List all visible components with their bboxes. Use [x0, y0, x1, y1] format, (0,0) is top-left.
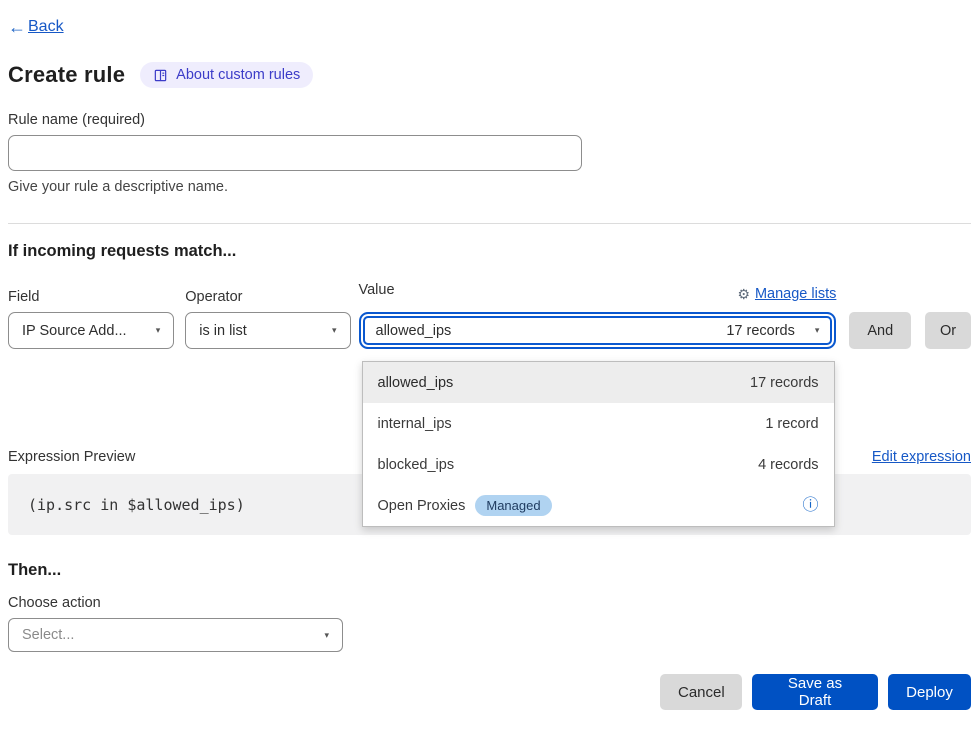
- field-label: Field: [8, 289, 174, 305]
- dropdown-item-blocked-ips[interactable]: blocked_ips 4 records: [363, 444, 834, 485]
- rule-name-label: Rule name (required): [8, 112, 971, 128]
- chevron-down-icon: ▾: [156, 325, 161, 336]
- operator-select-value: is in list: [199, 323, 247, 339]
- action-select[interactable]: Select... ▾: [8, 618, 343, 652]
- expression-code: (ip.src in $allowed_ips): [28, 496, 245, 514]
- list-record-count: 4 records: [758, 457, 818, 473]
- and-button[interactable]: And: [849, 312, 911, 349]
- back-link[interactable]: Back: [28, 18, 64, 36]
- title-row: Create rule About custom rules: [8, 62, 971, 88]
- action-select-placeholder: Select...: [22, 627, 74, 643]
- operator-select[interactable]: is in list ▾: [185, 312, 350, 349]
- value-label: Value: [359, 282, 395, 298]
- field-select-value: IP Source Add...: [22, 323, 127, 339]
- dropdown-item-allowed-ips[interactable]: allowed_ips 17 records: [363, 362, 834, 403]
- then-section-heading: Then...: [8, 561, 971, 580]
- about-custom-rules-link[interactable]: About custom rules: [140, 62, 313, 88]
- page-title: Create rule: [8, 62, 125, 88]
- footer-actions: Cancel Save as Draft Deploy: [8, 674, 971, 710]
- value-select-meta: 17 records: [726, 323, 795, 339]
- field-column: Field IP Source Add... ▾: [8, 289, 174, 349]
- list-record-count: 1 record: [765, 416, 818, 432]
- value-label-row: Value ⚙ Manage lists: [359, 282, 837, 305]
- list-name: internal_ips: [378, 416, 452, 432]
- value-dropdown-panel: allowed_ips 17 records internal_ips 1 re…: [362, 361, 835, 527]
- edit-expression-link[interactable]: Edit expression: [872, 449, 971, 465]
- deploy-button[interactable]: Deploy: [888, 674, 971, 710]
- book-icon: [153, 68, 168, 83]
- rule-name-input[interactable]: [8, 135, 582, 171]
- chevron-down-icon: ▾: [815, 325, 820, 336]
- chevron-down-icon: ▾: [332, 325, 337, 336]
- value-select-right: 17 records ▾: [726, 323, 819, 339]
- manage-lists-link[interactable]: ⚙ Manage lists: [737, 286, 836, 302]
- list-record-count: 17 records: [750, 375, 819, 391]
- operator-label: Operator: [185, 289, 350, 305]
- chevron-down-icon: ▾: [324, 630, 329, 641]
- gear-icon: ⚙: [737, 287, 750, 301]
- field-select[interactable]: IP Source Add... ▾: [8, 312, 174, 349]
- rule-name-helper: Give your rule a descriptive name.: [8, 179, 971, 195]
- list-name: allowed_ips: [378, 375, 454, 391]
- back-row: ← Back: [8, 18, 971, 36]
- save-as-draft-button[interactable]: Save as Draft: [752, 674, 878, 710]
- back-arrow-icon: ←: [8, 18, 26, 36]
- value-select-value: allowed_ips: [376, 323, 452, 339]
- create-rule-page: ← Back Create rule About custom rules Ru…: [8, 0, 971, 710]
- value-column: Value ⚙ Manage lists allowed_ips 17 reco…: [359, 282, 837, 349]
- list-name: blocked_ips: [378, 457, 455, 473]
- list-name-group: Open Proxies Managed: [378, 495, 552, 516]
- about-badge-label: About custom rules: [176, 67, 300, 83]
- list-name: Open Proxies: [378, 498, 466, 514]
- expression-preview-label: Expression Preview: [8, 449, 135, 465]
- match-section-heading: If incoming requests match...: [8, 242, 971, 261]
- condition-row: Field IP Source Add... ▾ Operator is in …: [8, 282, 971, 349]
- cancel-button[interactable]: Cancel: [660, 674, 742, 710]
- or-button[interactable]: Or: [925, 312, 971, 349]
- managed-badge: Managed: [475, 495, 551, 516]
- dropdown-item-internal-ips[interactable]: internal_ips 1 record: [363, 403, 834, 444]
- choose-action-label: Choose action: [8, 595, 971, 611]
- dropdown-item-open-proxies[interactable]: Open Proxies Managed ⓘ: [363, 485, 834, 526]
- value-select[interactable]: allowed_ips 17 records ▾: [359, 312, 837, 349]
- info-icon[interactable]: ⓘ: [803, 498, 819, 514]
- manage-lists-label: Manage lists: [755, 286, 836, 302]
- operator-column: Operator is in list ▾: [185, 289, 350, 349]
- section-divider: [8, 223, 971, 224]
